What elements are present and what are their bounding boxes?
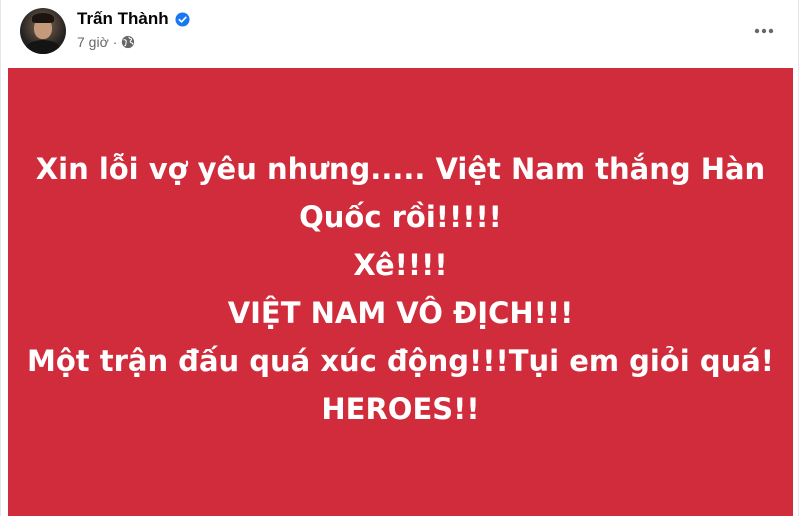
avatar-body-shape: [25, 40, 61, 54]
post-body-line: Một trận đấu quá xúc động!!!Tụi em giỏi …: [26, 344, 775, 378]
author-line: Trấn Thành: [77, 9, 190, 29]
post-body-line: Xin lỗi vợ yêu nhưng..... Việt Nam thắng…: [35, 152, 766, 186]
post-body-text: Xin lỗi vợ yêu nhưng..... Việt Nam thắng…: [27, 145, 774, 433]
post-header: Trấn Thành 7 giờ ·: [1, 0, 799, 68]
more-options-icon: [754, 21, 774, 39]
author-name[interactable]: Trấn Thành: [77, 9, 169, 29]
globe-icon[interactable]: [121, 35, 135, 49]
verified-badge-icon: [175, 11, 190, 27]
more-options-button[interactable]: [746, 12, 782, 48]
avatar-hair-shape: [32, 13, 54, 23]
facebook-post: Trấn Thành 7 giờ · Xin lỗi vợ yêu nhưng.…: [0, 0, 799, 516]
post-body-line: Quốc rồi!!!!!: [299, 200, 502, 234]
meta-separator: ·: [112, 34, 118, 50]
post-body-line: Xê!!!!: [353, 248, 448, 282]
post-body-line: VIỆT NAM VÔ ĐỊCH!!!: [227, 296, 574, 330]
post-meta: 7 giờ ·: [77, 33, 135, 51]
post-timestamp[interactable]: 7 giờ: [77, 33, 109, 51]
post-body-line: HEROES!!: [321, 392, 480, 426]
author-avatar[interactable]: [20, 8, 66, 54]
post-text-banner[interactable]: Xin lỗi vợ yêu nhưng..... Việt Nam thắng…: [8, 68, 793, 516]
